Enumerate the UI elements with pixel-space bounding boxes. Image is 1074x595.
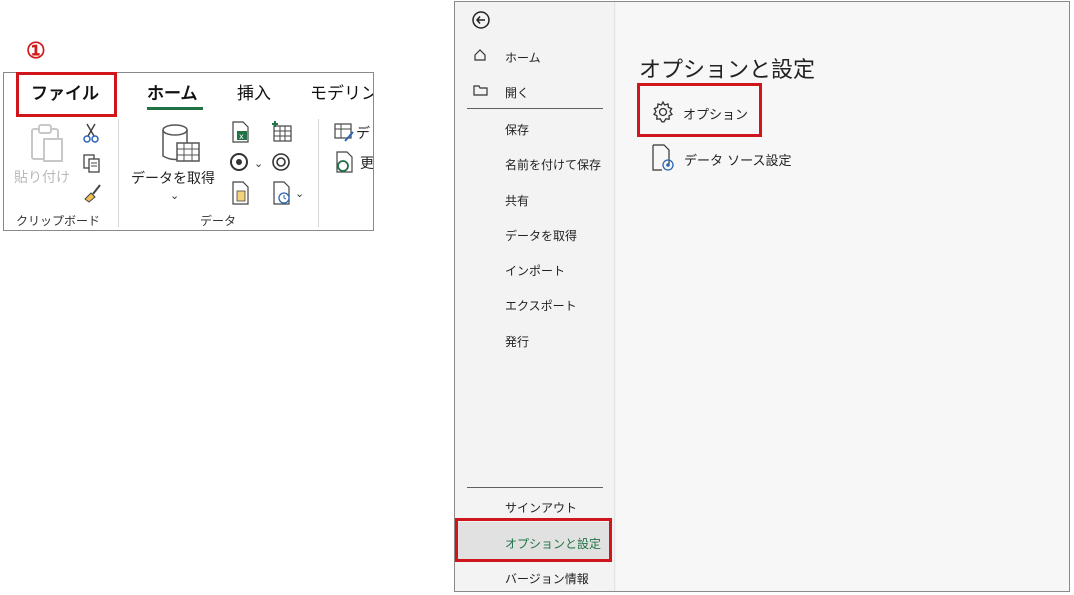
highlight-box-options: [637, 83, 762, 137]
transform-data-icon[interactable]: [333, 121, 355, 147]
nav-item-label: バージョン情報: [505, 572, 589, 586]
copy-icon[interactable]: [82, 153, 102, 177]
sql-server-icon[interactable]: [229, 181, 251, 209]
backstage-view: ホーム 開く 保存 名前を付けて保存 共有 データを取得 インポート エクスポー…: [454, 1, 1070, 592]
nav-item-label: 共有: [505, 194, 530, 208]
dataverse-icon[interactable]: [229, 151, 251, 177]
excel-workbook-icon[interactable]: x: [229, 121, 251, 147]
nav-item-label: インポート: [505, 264, 566, 278]
group-separator: [118, 119, 119, 227]
nav-separator: [467, 108, 603, 109]
format-painter-icon[interactable]: [82, 181, 104, 207]
highlight-box-file-tab: [16, 72, 117, 117]
nav-separator: [467, 487, 603, 488]
group-label-clipboard: クリップボード: [16, 214, 101, 228]
home-icon: [473, 48, 487, 65]
paste-label: 貼り付け: [14, 170, 70, 186]
backstage-sidebar: ホーム 開く 保存 名前を付けて保存 共有 データを取得 インポート エクスポー…: [455, 2, 615, 591]
tab-modeling[interactable]: モデリン: [310, 79, 373, 104]
recent-sources-icon[interactable]: [270, 151, 292, 177]
svg-text:x: x: [239, 132, 244, 141]
nav-item-label: データを取得: [505, 229, 578, 243]
data-source-settings-button[interactable]: データ ソース設定: [646, 142, 826, 174]
page-title: オプションと設定: [639, 58, 816, 83]
back-arrow-icon[interactable]: [471, 10, 491, 34]
chevron-down-icon[interactable]: ⌄: [254, 157, 263, 170]
highlight-box-options-and-settings: [455, 518, 612, 562]
group-separator: [318, 119, 319, 227]
nav-item-label: エクスポート: [505, 299, 577, 313]
nav-item-label: 開く: [505, 86, 530, 100]
nav-item-label: サインアウト: [505, 501, 578, 515]
data-source-settings-icon: [650, 144, 676, 176]
folder-icon: [473, 83, 489, 100]
tab-home[interactable]: ホーム: [147, 79, 198, 104]
nav-item-label: 名前を付けて保存: [505, 158, 602, 172]
active-tab-indicator: [147, 107, 203, 110]
get-data-label[interactable]: データを取得: [131, 168, 215, 188]
refresh-schedule-icon[interactable]: [270, 181, 292, 209]
refresh-icon[interactable]: [333, 151, 355, 177]
step-number-1: ①: [26, 38, 46, 63]
group-label-data: データ: [200, 214, 237, 228]
chevron-down-icon[interactable]: ⌄: [295, 187, 304, 200]
nav-item-label: 保存: [505, 123, 530, 137]
paste-icon[interactable]: [28, 123, 68, 167]
nav-item-label: ホーム: [505, 51, 541, 65]
enter-data-icon[interactable]: [270, 121, 294, 147]
transform-data-label[interactable]: デ: [356, 123, 370, 143]
tab-insert[interactable]: 挿入: [237, 79, 271, 104]
cut-icon[interactable]: [82, 123, 100, 147]
chevron-down-icon[interactable]: ⌄: [170, 189, 179, 202]
refresh-label[interactable]: 更: [360, 153, 373, 173]
get-data-icon[interactable]: [159, 123, 203, 169]
data-source-settings-label: データ ソース設定: [684, 154, 792, 169]
nav-item-label: 発行: [505, 335, 530, 349]
